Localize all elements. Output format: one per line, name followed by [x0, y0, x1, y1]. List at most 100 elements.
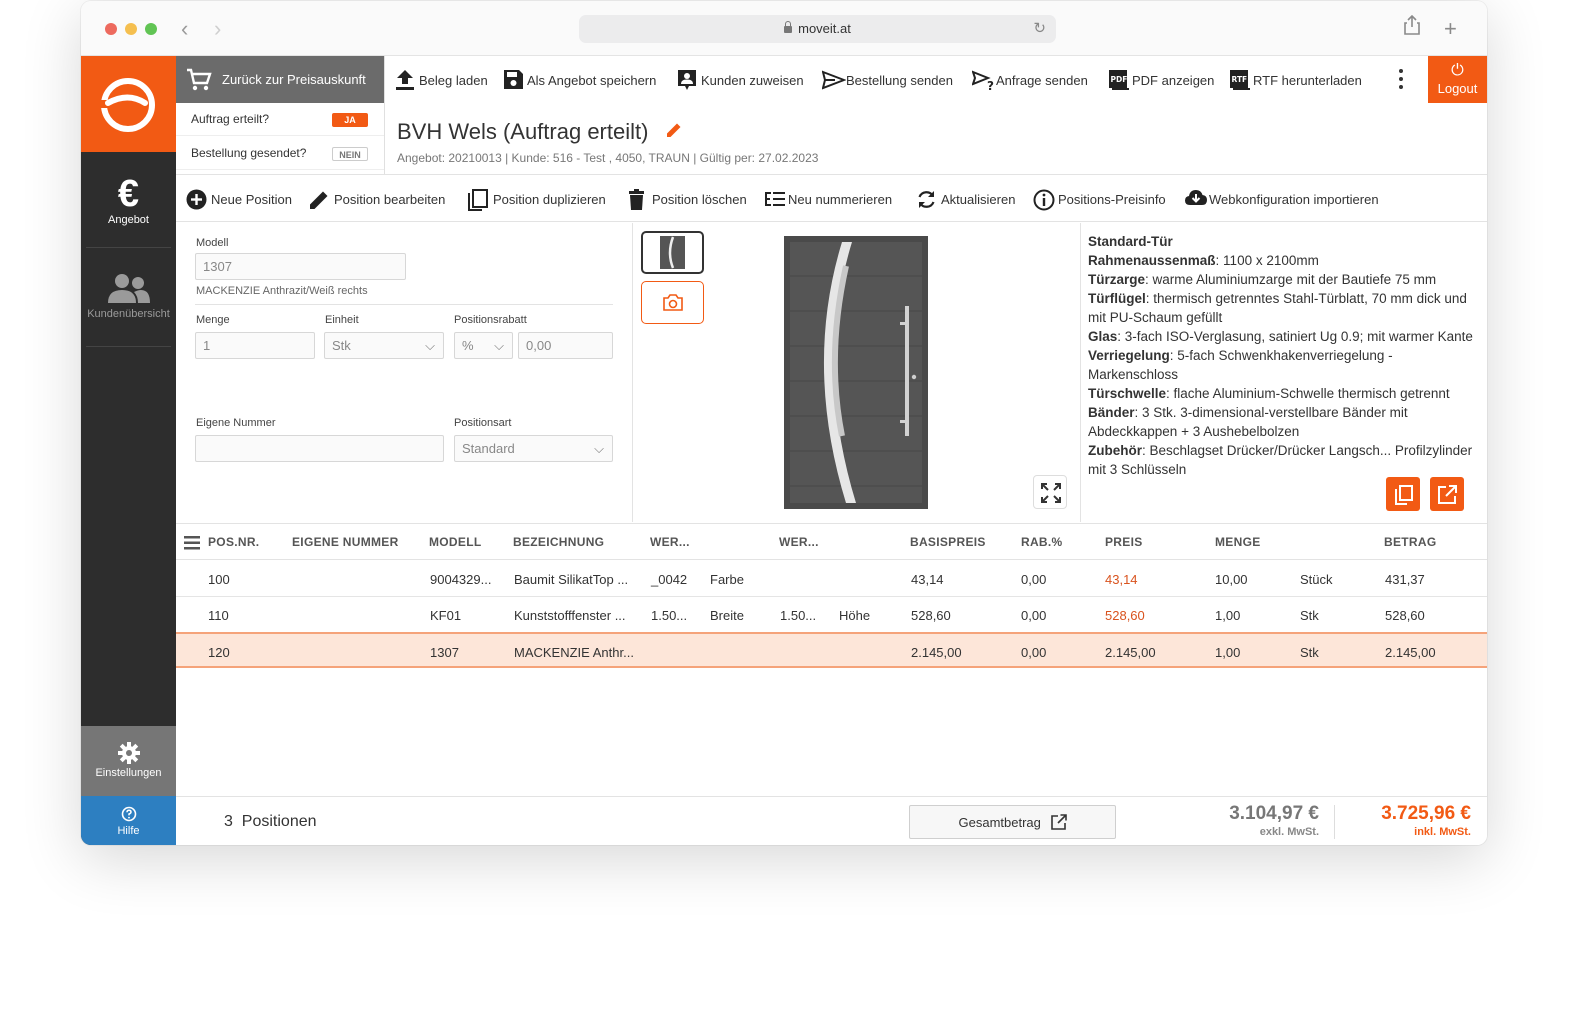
- column-header[interactable]: BETRAG: [1384, 535, 1436, 549]
- position-actions: Neue Position Position bearbeiten Positi…: [176, 175, 1487, 222]
- url-text: moveit.at: [798, 21, 851, 36]
- add-photo-button[interactable]: [641, 281, 704, 324]
- app-logo[interactable]: [81, 56, 176, 152]
- desc-title: Bänder: [1088, 405, 1135, 420]
- back-to-price-button[interactable]: Zurück zur Preisauskunft: [176, 56, 384, 103]
- column-header[interactable]: RAB.%: [1021, 535, 1063, 549]
- cell-pos: 120: [208, 645, 230, 660]
- renumber-button[interactable]: Neu nummerieren: [763, 175, 892, 222]
- save-as-offer-button[interactable]: Als Angebot speichern: [503, 56, 656, 103]
- open-description-button[interactable]: [1430, 477, 1464, 511]
- trash-icon: [629, 189, 644, 210]
- upload-icon: [396, 70, 414, 90]
- users-icon: [107, 274, 150, 303]
- column-header[interactable]: WER...: [779, 535, 819, 549]
- status-badge[interactable]: JA: [332, 113, 368, 127]
- send-order-button[interactable]: Bestellung senden: [822, 56, 953, 103]
- column-header[interactable]: MENGE: [1215, 535, 1261, 549]
- desc-title: Zubehör: [1088, 443, 1142, 458]
- cell-wert1: 1.50...: [651, 608, 688, 623]
- expand-image-button[interactable]: [1033, 475, 1067, 509]
- einheit-label: Einheit: [325, 314, 359, 326]
- forward-arrow-icon[interactable]: ›: [214, 15, 221, 43]
- refresh-button[interactable]: Aktualisieren: [916, 175, 1015, 222]
- image-thumbnail[interactable]: [641, 231, 704, 274]
- rabatt-input[interactable]: 0,00: [518, 332, 613, 359]
- download-rtf-button[interactable]: RTF RTF herunterladen: [1229, 56, 1362, 103]
- table-row[interactable]: 100 9004329... Baumit SilikatTop ... _00…: [176, 561, 1487, 597]
- page-title-text: BVH Wels (Auftrag erteilt): [397, 119, 649, 144]
- svg-text:PDF: PDF: [1111, 75, 1128, 84]
- price-info-button[interactable]: Positions-Preisinfo: [1033, 175, 1166, 222]
- positionsart-select[interactable]: Standard ⌵: [454, 435, 613, 462]
- sidebar-item-label: Kundenübersicht: [87, 308, 170, 320]
- total-amount-label: Gesamtbetrag: [958, 815, 1041, 830]
- column-header[interactable]: BASISPREIS: [910, 535, 986, 549]
- desc-title: Türschwelle: [1088, 386, 1167, 401]
- desc-title: Verriegelung: [1088, 348, 1170, 363]
- cell-pos: 110: [208, 608, 229, 623]
- send-request-icon: ?: [972, 70, 994, 91]
- back-arrow-icon[interactable]: ‹: [181, 15, 188, 43]
- desc-text: : 1100 x 2100mm: [1215, 253, 1319, 268]
- cell-preis: 2.145,00: [1105, 645, 1156, 660]
- svg-text:RTF: RTF: [1232, 75, 1248, 84]
- total-amount-button[interactable]: Gesamtbetrag: [909, 805, 1116, 839]
- column-header[interactable]: WER...: [650, 535, 690, 549]
- share-icon[interactable]: [1404, 14, 1420, 43]
- sidebar-help-label: Hilfe: [117, 825, 140, 837]
- table-row[interactable]: 110 KF01 Kunststofffenster ... 1.50... B…: [176, 597, 1487, 633]
- modell-input[interactable]: 1307: [195, 253, 406, 280]
- new-tab-icon[interactable]: +: [1444, 15, 1457, 43]
- renumber-icon: [765, 192, 785, 206]
- column-header[interactable]: PREIS: [1105, 535, 1143, 549]
- menge-input[interactable]: 1: [195, 332, 315, 359]
- address-bar[interactable]: moveit.at ↻: [579, 15, 1056, 43]
- sidebar-item-settings[interactable]: Einstellungen: [81, 726, 176, 796]
- copy-description-button[interactable]: [1386, 477, 1420, 511]
- delete-position-button[interactable]: Position löschen: [627, 175, 747, 222]
- show-pdf-button[interactable]: PDF PDF anzeigen: [1108, 56, 1214, 103]
- maximize-window-button[interactable]: [145, 23, 157, 35]
- menge-value: 1: [203, 338, 211, 353]
- import-webconfig-button[interactable]: Webkonfiguration importieren: [1184, 175, 1379, 222]
- menge-label: Menge: [196, 314, 230, 326]
- plus-circle-icon: [186, 189, 207, 210]
- close-window-button[interactable]: [105, 23, 117, 35]
- sidebar-item-kunden[interactable]: Kundenübersicht: [81, 251, 176, 346]
- sidebar-item-angebot[interactable]: € Angebot: [81, 152, 176, 247]
- browser-window: ‹ › moveit.at ↻ + € Angebot Kundenübersi…: [81, 1, 1487, 845]
- desc-title: Türzarge: [1088, 272, 1146, 287]
- divider: [632, 223, 633, 522]
- rabatt-unit-select[interactable]: % ⌵: [454, 332, 513, 359]
- new-position-button[interactable]: Neue Position: [186, 175, 292, 222]
- assign-customer-button[interactable]: Kunden zuweisen: [677, 56, 804, 103]
- send-request-button[interactable]: ? Anfrage senden: [972, 56, 1088, 103]
- status-badge[interactable]: NEIN: [332, 147, 368, 161]
- table-row-selected[interactable]: 120 1307 MACKENZIE Anthr... 2.145,00 0,0…: [176, 632, 1487, 668]
- desc-text: : thermisch getrenntes Stahl-Türblatt, 7…: [1088, 291, 1467, 325]
- more-options-icon[interactable]: [1399, 69, 1403, 93]
- column-header[interactable]: POS.NR.: [208, 535, 259, 549]
- edit-title-icon[interactable]: [665, 119, 683, 145]
- edit-position-button[interactable]: Position bearbeiten: [309, 175, 445, 222]
- column-header[interactable]: MODELL: [429, 535, 481, 549]
- column-header[interactable]: EIGENE NUMMER: [292, 535, 399, 549]
- desc-line: Rahmenaussenmaß: 1100 x 2100mm: [1088, 251, 1478, 270]
- duplicate-position-button[interactable]: Position duplizieren: [468, 175, 606, 222]
- sidebar-item-help[interactable]: Hilfe: [81, 796, 176, 845]
- column-header[interactable]: BEZEICHNUNG: [513, 535, 604, 549]
- chevron-down-icon: ⌵: [494, 338, 504, 353]
- desc-line: Verriegelung: 5-fach Schwenkhakenverrieg…: [1088, 346, 1478, 384]
- positionsart-value: Standard: [462, 441, 515, 456]
- expand-icon: [1041, 483, 1061, 503]
- logout-button[interactable]: ⏻ Logout: [1428, 56, 1487, 103]
- cell-preis: 43,14: [1105, 572, 1138, 587]
- cell-einheit: Stk: [1300, 645, 1319, 660]
- einheit-select[interactable]: Stk ⌵: [324, 332, 444, 359]
- eigene-nummer-input[interactable]: [195, 435, 444, 462]
- reload-icon[interactable]: ↻: [1033, 15, 1046, 43]
- minimize-window-button[interactable]: [125, 23, 137, 35]
- column-menu-icon[interactable]: [184, 536, 200, 550]
- load-document-button[interactable]: Beleg laden: [395, 56, 488, 103]
